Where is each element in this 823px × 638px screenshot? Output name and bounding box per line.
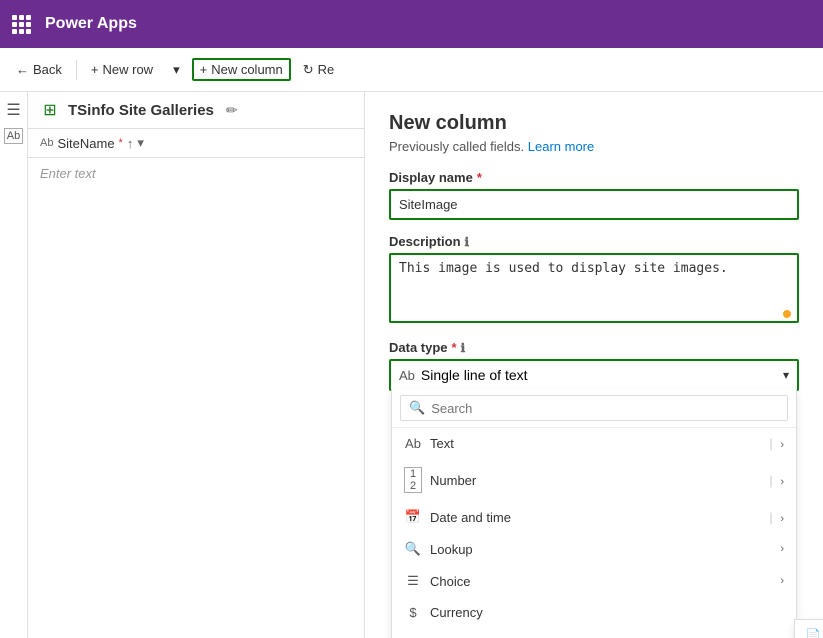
right-panel: New column Previously called fields. Lea… bbox=[365, 92, 823, 638]
back-label: Back bbox=[33, 62, 62, 77]
choice-chevron-icon: › bbox=[780, 575, 784, 587]
dropdown-item-lookup[interactable]: 🔍 Lookup › bbox=[392, 533, 796, 565]
plus-icon-col: + bbox=[200, 62, 208, 77]
dropdown-item-choice[interactable]: ☰ Choice › bbox=[392, 565, 796, 597]
sub-file-icon: 📄 bbox=[805, 628, 821, 638]
datatype-chevron-icon: ▾ bbox=[783, 368, 789, 382]
datetime-sep: | bbox=[769, 510, 772, 525]
currency-type-label: Currency bbox=[430, 605, 483, 620]
edit-icon[interactable]: ✏ bbox=[226, 102, 238, 119]
table-header: ⊞ TSinfo Site Galleries ✏ bbox=[28, 92, 364, 129]
display-name-group: Display name * bbox=[389, 170, 799, 220]
dropdown-item-currency[interactable]: $ Currency bbox=[392, 597, 796, 628]
subtitle-text: Previously called fields. bbox=[389, 139, 524, 154]
chevron-down-icon: ▾ bbox=[173, 62, 180, 78]
sub-item-file[interactable]: 📄 File bbox=[795, 620, 823, 638]
datatype-selected-left: Ab Single line of text bbox=[399, 367, 528, 383]
text-chevron-icon: › bbox=[780, 439, 784, 451]
text-sep: | bbox=[769, 436, 772, 451]
datatype-selected-row[interactable]: Ab Single line of text ▾ bbox=[391, 361, 797, 389]
top-bar: Power Apps bbox=[0, 0, 823, 48]
number-chevron-icon: › bbox=[780, 476, 784, 488]
dropdown-arrow-button[interactable]: ▾ bbox=[165, 58, 188, 82]
description-textarea-wrap: This image is used to display site image… bbox=[389, 253, 799, 326]
data-type-group: Data type * ℹ Ab Single line of text ▾ bbox=[389, 340, 799, 391]
dropdown-item-autonumber[interactable]: # Autonumber bbox=[392, 628, 796, 638]
panel-subtitle: Previously called fields. Learn more bbox=[389, 139, 799, 154]
data-type-required: * bbox=[452, 340, 457, 355]
description-textarea[interactable]: This image is used to display site image… bbox=[389, 253, 799, 323]
textarea-dot bbox=[783, 310, 791, 318]
refresh-label: Re bbox=[318, 62, 335, 77]
search-row: 🔍 bbox=[392, 389, 796, 428]
choice-type-label: Choice bbox=[430, 574, 470, 589]
refresh-icon: ↻ bbox=[303, 62, 314, 78]
info-icon: ℹ bbox=[465, 235, 470, 249]
sidebar-icon-column: ☰ Ab bbox=[0, 92, 28, 638]
text-icon[interactable]: Ab bbox=[4, 128, 23, 144]
toolbar-separator bbox=[76, 60, 77, 80]
enter-text-placeholder: Enter text bbox=[40, 166, 96, 181]
lookup-type-label: Lookup bbox=[430, 542, 473, 557]
search-icon: 🔍 bbox=[409, 400, 425, 416]
required-marker: * bbox=[119, 137, 123, 149]
text-type-icon: Ab bbox=[404, 436, 422, 451]
toolbar: ← Back + New row ▾ + New column ↻ Re bbox=[0, 48, 823, 92]
app-title: Power Apps bbox=[45, 15, 137, 33]
datetime-chevron-icon: › bbox=[780, 513, 784, 525]
data-type-dropdown[interactable]: Ab Single line of text ▾ 🔍 bbox=[389, 359, 799, 391]
dropdown-item-number[interactable]: 12 Number | › bbox=[392, 459, 796, 501]
datetime-type-label: Date and time bbox=[430, 510, 511, 525]
new-row-label: New row bbox=[103, 62, 154, 77]
number-type-icon: 12 bbox=[404, 467, 422, 493]
selected-type-icon: Ab bbox=[399, 368, 415, 383]
dropdown-list: 🔍 Ab Text | › bbox=[391, 389, 797, 638]
search-input[interactable] bbox=[431, 401, 779, 416]
selected-type-label: Single line of text bbox=[421, 367, 528, 383]
left-panel: ☰ Ab ⊞ TSinfo Site Galleries ✏ Ab SiteNa… bbox=[0, 92, 365, 638]
back-button[interactable]: ← Back bbox=[8, 58, 70, 81]
site-name-column: SiteName bbox=[57, 136, 114, 151]
plus-icon: + bbox=[91, 62, 99, 77]
display-name-input[interactable] bbox=[389, 189, 799, 220]
table-title: TSinfo Site Galleries bbox=[68, 102, 214, 119]
hamburger-icon[interactable]: ☰ bbox=[6, 100, 20, 120]
back-icon: ← bbox=[16, 62, 29, 77]
search-input-wrap: 🔍 bbox=[400, 395, 788, 421]
choice-type-icon: ☰ bbox=[404, 573, 422, 589]
dropdown-item-text[interactable]: Ab Text | › bbox=[392, 428, 796, 459]
text-type-label: Text bbox=[430, 436, 454, 451]
sort-up-icon[interactable]: ↑ bbox=[127, 136, 134, 151]
refresh-button[interactable]: ↻ Re bbox=[295, 58, 343, 82]
learn-more-link[interactable]: Learn more bbox=[528, 139, 594, 154]
description-group: Description ℹ This image is used to disp… bbox=[389, 234, 799, 326]
display-name-label: Display name * bbox=[389, 170, 799, 185]
new-column-button[interactable]: + New column bbox=[192, 58, 291, 81]
new-row-button[interactable]: + New row bbox=[83, 58, 161, 81]
sort-dropdown-icon[interactable]: ▾ bbox=[137, 135, 144, 151]
datetime-type-icon: 📅 bbox=[404, 509, 422, 525]
description-label: Description ℹ bbox=[389, 234, 799, 249]
lookup-chevron-icon: › bbox=[780, 543, 784, 555]
file-sub-dropdown: 📄 File 🖼 Image bbox=[794, 619, 823, 638]
dropdown-item-datetime[interactable]: 📅 Date and time | › bbox=[392, 501, 796, 533]
currency-type-icon: $ bbox=[404, 605, 422, 620]
waffle-icon[interactable] bbox=[12, 15, 31, 34]
enter-text-area: Enter text bbox=[28, 158, 364, 189]
table-icon: ⊞ bbox=[40, 100, 60, 120]
new-column-label: New column bbox=[211, 62, 283, 77]
required-star: * bbox=[477, 170, 482, 185]
data-type-label: Data type * ℹ bbox=[389, 340, 799, 355]
column-icon: Ab bbox=[40, 137, 53, 149]
data-type-info-icon: ℹ bbox=[461, 341, 466, 355]
number-type-label: Number bbox=[430, 473, 476, 488]
left-content: ⊞ TSinfo Site Galleries ✏ Ab SiteName * … bbox=[28, 92, 364, 638]
main-layout: ☰ Ab ⊞ TSinfo Site Galleries ✏ Ab SiteNa… bbox=[0, 92, 823, 638]
column-header-row: Ab SiteName * ↑ ▾ bbox=[28, 129, 364, 158]
lookup-type-icon: 🔍 bbox=[404, 541, 422, 557]
number-sep: | bbox=[769, 473, 772, 488]
panel-title: New column bbox=[389, 112, 799, 135]
